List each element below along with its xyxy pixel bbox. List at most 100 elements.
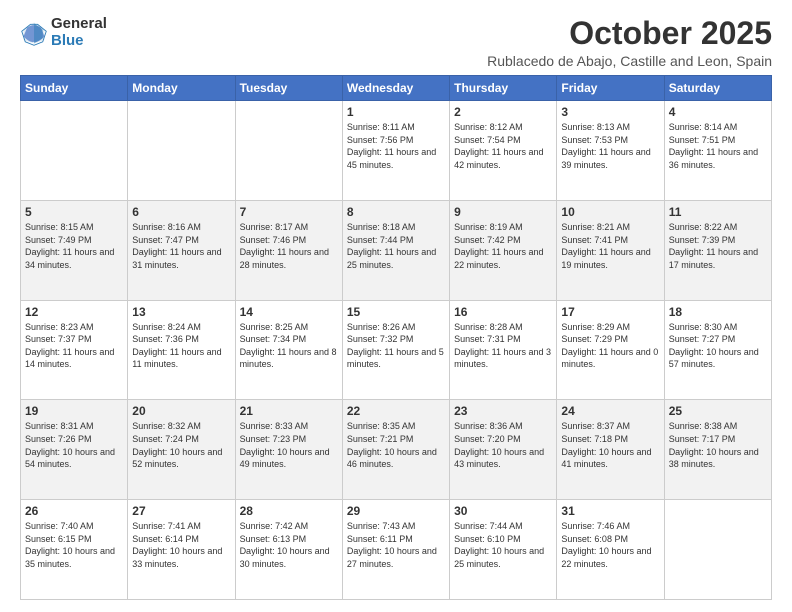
day-info: Sunrise: 8:15 AM Sunset: 7:49 PM Dayligh… (25, 221, 123, 271)
calendar-cell: 30 Sunrise: 7:44 AM Sunset: 6:10 PM Dayli… (450, 500, 557, 600)
day-number: 29 (347, 504, 445, 518)
logo: General Blue (20, 16, 107, 49)
calendar-cell: 29 Sunrise: 7:43 AM Sunset: 6:11 PM Dayli… (342, 500, 449, 600)
col-tuesday: Tuesday (235, 76, 342, 101)
day-info: Sunrise: 7:44 AM Sunset: 6:10 PM Dayligh… (454, 520, 552, 570)
calendar-cell: 28Sunrise: 7:42 AM Sunset: 6:13 PM Dayli… (235, 500, 342, 600)
calendar-cell: 4 Sunrise: 8:14 AM Sunset: 7:51 PM Daylig… (664, 101, 771, 201)
calendar-cell: 3 Sunrise: 8:13 AM Sunset: 7:53 PM Daylig… (557, 101, 664, 201)
day-info: Sunrise: 7:43 AM Sunset: 6:11 PM Dayligh… (347, 520, 445, 570)
calendar-cell: 16Sunrise: 8:28 AM Sunset: 7:31 PM Dayli… (450, 300, 557, 400)
day-number: 8 (347, 205, 445, 219)
calendar-cell: 23 Sunrise: 8:36 AM Sunset: 7:20 PM Dayli… (450, 400, 557, 500)
col-wednesday: Wednesday (342, 76, 449, 101)
calendar-header-row: Sunday Monday Tuesday Wednesday Thursday… (21, 76, 772, 101)
day-info: Sunrise: 8:22 AM Sunset: 7:39 PM Dayligh… (669, 221, 767, 271)
calendar-cell: 6 Sunrise: 8:16 AM Sunset: 7:47 PM Daylig… (128, 200, 235, 300)
day-info: Sunrise: 8:25 AM Sunset: 7:34 PM Dayligh… (240, 321, 338, 371)
calendar-week-row: 19 Sunrise: 8:31 AM Sunset: 7:26 PM Dayli… (21, 400, 772, 500)
col-monday: Monday (128, 76, 235, 101)
day-info: Sunrise: 8:11 AM Sunset: 7:56 PM Dayligh… (347, 121, 445, 171)
calendar-cell: 13 Sunrise: 8:24 AM Sunset: 7:36 PM Dayli… (128, 300, 235, 400)
calendar-cell: 27 Sunrise: 7:41 AM Sunset: 6:14 PM Dayli… (128, 500, 235, 600)
day-number: 15 (347, 305, 445, 319)
col-thursday: Thursday (450, 76, 557, 101)
day-info: Sunrise: 8:37 AM Sunset: 7:18 PM Dayligh… (561, 420, 659, 470)
col-sunday: Sunday (21, 76, 128, 101)
day-number: 19 (25, 404, 123, 418)
day-number: 30 (454, 504, 552, 518)
calendar-week-row: 5 Sunrise: 8:15 AM Sunset: 7:49 PM Daylig… (21, 200, 772, 300)
day-info: Sunrise: 8:26 AM Sunset: 7:32 PM Dayligh… (347, 321, 445, 371)
day-info: Sunrise: 8:16 AM Sunset: 7:47 PM Dayligh… (132, 221, 230, 271)
day-number: 22 (347, 404, 445, 418)
calendar-week-row: 12 Sunrise: 8:23 AM Sunset: 7:37 PM Dayli… (21, 300, 772, 400)
calendar-cell: 5 Sunrise: 8:15 AM Sunset: 7:49 PM Daylig… (21, 200, 128, 300)
day-number: 3 (561, 105, 659, 119)
calendar-cell: 24 Sunrise: 8:37 AM Sunset: 7:18 PM Dayli… (557, 400, 664, 500)
day-number: 31 (561, 504, 659, 518)
day-info: Sunrise: 8:18 AM Sunset: 7:44 PM Dayligh… (347, 221, 445, 271)
day-number: 14 (240, 305, 338, 319)
day-info: Sunrise: 8:36 AM Sunset: 7:20 PM Dayligh… (454, 420, 552, 470)
calendar-cell (21, 101, 128, 201)
header: General Blue October 2025 Rublacedo de A… (20, 16, 772, 69)
calendar-cell: 31Sunrise: 7:46 AM Sunset: 6:08 PM Dayli… (557, 500, 664, 600)
day-number: 26 (25, 504, 123, 518)
calendar-cell: 25Sunrise: 8:38 AM Sunset: 7:17 PM Dayli… (664, 400, 771, 500)
day-number: 28 (240, 504, 338, 518)
day-number: 12 (25, 305, 123, 319)
calendar-cell: 12 Sunrise: 8:23 AM Sunset: 7:37 PM Dayli… (21, 300, 128, 400)
calendar-cell (664, 500, 771, 600)
day-number: 24 (561, 404, 659, 418)
calendar-cell: 11Sunrise: 8:22 AM Sunset: 7:39 PM Dayli… (664, 200, 771, 300)
day-info: Sunrise: 8:33 AM Sunset: 7:23 PM Dayligh… (240, 420, 338, 470)
calendar-cell: 15 Sunrise: 8:26 AM Sunset: 7:32 PM Dayli… (342, 300, 449, 400)
day-info: Sunrise: 8:17 AM Sunset: 7:46 PM Dayligh… (240, 221, 338, 271)
day-info: Sunrise: 8:35 AM Sunset: 7:21 PM Dayligh… (347, 420, 445, 470)
day-number: 17 (561, 305, 659, 319)
day-number: 10 (561, 205, 659, 219)
calendar-cell: 22 Sunrise: 8:35 AM Sunset: 7:21 PM Dayli… (342, 400, 449, 500)
day-info: Sunrise: 8:19 AM Sunset: 7:42 PM Dayligh… (454, 221, 552, 271)
day-number: 7 (240, 205, 338, 219)
day-info: Sunrise: 8:12 AM Sunset: 7:54 PM Dayligh… (454, 121, 552, 171)
day-number: 20 (132, 404, 230, 418)
calendar-cell: 19 Sunrise: 8:31 AM Sunset: 7:26 PM Dayli… (21, 400, 128, 500)
logo-text: General Blue (51, 16, 107, 49)
calendar-cell: 8 Sunrise: 8:18 AM Sunset: 7:44 PM Daylig… (342, 200, 449, 300)
calendar-cell (128, 101, 235, 201)
day-info: Sunrise: 8:38 AM Sunset: 7:17 PM Dayligh… (669, 420, 767, 470)
day-number: 23 (454, 404, 552, 418)
calendar-cell: 26 Sunrise: 7:40 AM Sunset: 6:15 PM Dayli… (21, 500, 128, 600)
title-block: October 2025 Rublacedo de Abajo, Castill… (487, 16, 772, 69)
day-number: 2 (454, 105, 552, 119)
day-info: Sunrise: 8:13 AM Sunset: 7:53 PM Dayligh… (561, 121, 659, 171)
calendar-cell: 17 Sunrise: 8:29 AM Sunset: 7:29 PM Dayli… (557, 300, 664, 400)
day-info: Sunrise: 8:28 AM Sunset: 7:31 PM Dayligh… (454, 321, 552, 371)
col-friday: Friday (557, 76, 664, 101)
calendar-table: Sunday Monday Tuesday Wednesday Thursday… (20, 75, 772, 600)
day-info: Sunrise: 7:40 AM Sunset: 6:15 PM Dayligh… (25, 520, 123, 570)
day-info: Sunrise: 8:23 AM Sunset: 7:37 PM Dayligh… (25, 321, 123, 371)
day-number: 27 (132, 504, 230, 518)
calendar-cell: 2 Sunrise: 8:12 AM Sunset: 7:54 PM Daylig… (450, 101, 557, 201)
day-number: 9 (454, 205, 552, 219)
page: General Blue October 2025 Rublacedo de A… (0, 0, 792, 612)
day-info: Sunrise: 8:29 AM Sunset: 7:29 PM Dayligh… (561, 321, 659, 371)
calendar-cell: 1Sunrise: 8:11 AM Sunset: 7:56 PM Daylig… (342, 101, 449, 201)
logo-general-text: General (51, 16, 107, 33)
day-number: 5 (25, 205, 123, 219)
day-info: Sunrise: 8:24 AM Sunset: 7:36 PM Dayligh… (132, 321, 230, 371)
day-number: 6 (132, 205, 230, 219)
day-info: Sunrise: 7:41 AM Sunset: 6:14 PM Dayligh… (132, 520, 230, 570)
month-title: October 2025 (487, 16, 772, 51)
day-number: 13 (132, 305, 230, 319)
calendar-cell: 21Sunrise: 8:33 AM Sunset: 7:23 PM Dayli… (235, 400, 342, 500)
day-info: Sunrise: 8:21 AM Sunset: 7:41 PM Dayligh… (561, 221, 659, 271)
day-info: Sunrise: 8:30 AM Sunset: 7:27 PM Dayligh… (669, 321, 767, 371)
logo-blue-text: Blue (51, 33, 107, 50)
day-info: Sunrise: 8:14 AM Sunset: 7:51 PM Dayligh… (669, 121, 767, 171)
day-number: 4 (669, 105, 767, 119)
day-info: Sunrise: 8:31 AM Sunset: 7:26 PM Dayligh… (25, 420, 123, 470)
